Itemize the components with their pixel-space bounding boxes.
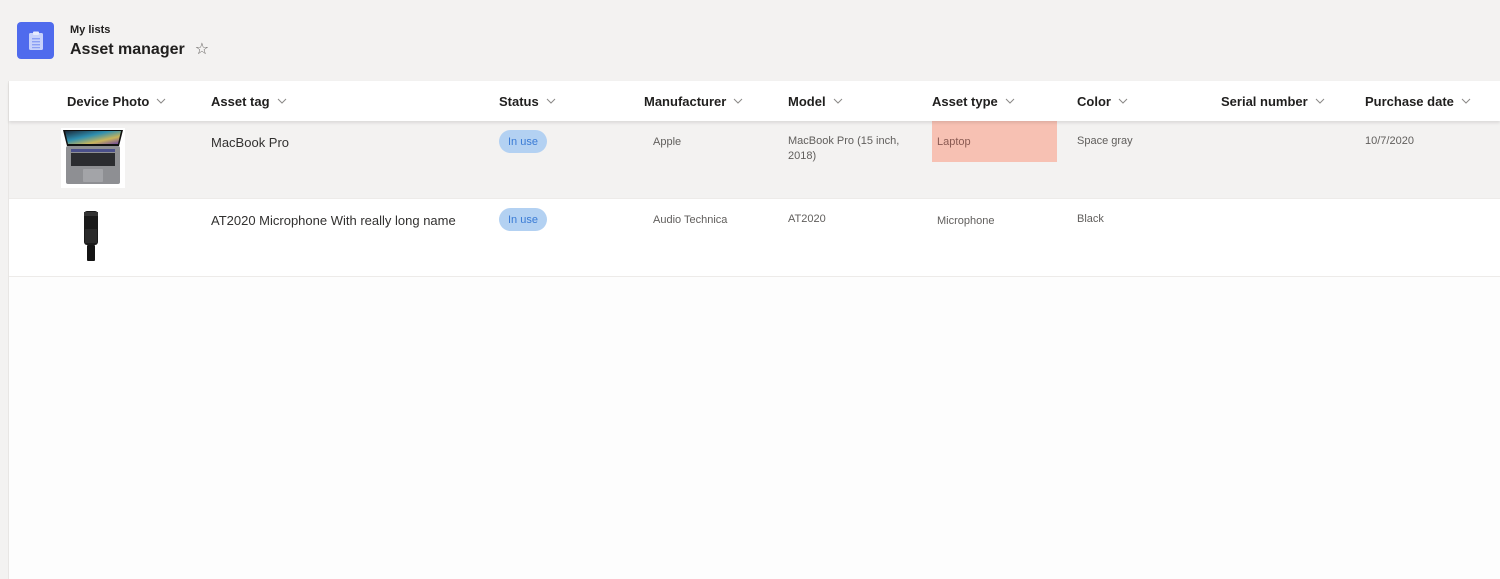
chevron-down-icon — [833, 98, 842, 104]
column-header-model[interactable]: Model — [788, 81, 843, 121]
page-title: Asset manager — [70, 41, 185, 58]
chevron-down-icon — [546, 98, 556, 104]
asset-type-cell: Laptop — [932, 121, 1057, 162]
column-header-asset-tag[interactable]: Asset tag — [211, 81, 287, 121]
column-header-status[interactable]: Status — [499, 81, 556, 121]
manufacturer-cell: Audio Technica — [653, 214, 728, 226]
asset-tag-cell[interactable]: AT2020 Microphone With really long name — [211, 213, 456, 228]
color-cell: Black — [1077, 213, 1104, 225]
column-header-device-photo[interactable]: Device Photo — [67, 81, 166, 121]
chevron-down-icon — [734, 98, 743, 104]
color-cell: Space gray — [1077, 135, 1133, 147]
model-cell: AT2020 — [788, 213, 826, 225]
column-header-label: Serial number — [1221, 93, 1308, 109]
status-badge[interactable]: In use — [499, 208, 547, 231]
column-header-label: Purchase date — [1365, 93, 1454, 109]
model-cell: MacBook Pro (15 inch, 2018) — [788, 135, 900, 162]
column-header-label: Status — [499, 93, 539, 109]
list-view: Device Photo Asset tag Status Manufactur… — [9, 81, 1500, 579]
chevron-down-icon — [1118, 98, 1128, 104]
table-row[interactable]: MacBook Pro In use Apple MacBook Pro (15… — [9, 121, 1500, 199]
asset-tag-cell[interactable]: MacBook Pro — [211, 135, 289, 150]
clipboard-list-icon — [17, 22, 54, 59]
column-header-asset-type[interactable]: Asset type — [932, 81, 1015, 121]
star-outline-icon[interactable]: ☆ — [195, 42, 209, 58]
column-header-label: Model — [788, 93, 826, 109]
list-header: My lists Asset manager ☆ — [0, 0, 1500, 80]
laptop-image — [61, 128, 125, 188]
chevron-down-icon — [1461, 98, 1471, 104]
purchase-date-cell: 10/7/2020 — [1365, 135, 1414, 147]
table-row[interactable]: AT2020 Microphone With really long name … — [9, 199, 1500, 277]
column-header-manufacturer[interactable]: Manufacturer — [644, 81, 743, 121]
manufacturer-cell: Apple — [653, 136, 682, 148]
column-header-label: Color — [1077, 93, 1111, 109]
column-header-color[interactable]: Color — [1077, 81, 1128, 121]
column-header-purchase-date[interactable]: Purchase date — [1365, 81, 1471, 121]
column-header-serial-number[interactable]: Serial number — [1221, 81, 1325, 121]
chevron-down-icon — [157, 98, 166, 104]
chevron-down-icon — [277, 98, 286, 104]
column-header-row: Device Photo Asset tag Status Manufactur… — [9, 81, 1500, 121]
asset-type-cell: Microphone — [937, 215, 995, 227]
status-badge[interactable]: In use — [499, 130, 547, 153]
microphone-image — [79, 209, 103, 267]
column-header-label: Asset tag — [211, 93, 270, 109]
column-header-label: Device Photo — [67, 93, 150, 109]
chevron-down-icon — [1005, 98, 1015, 104]
breadcrumb[interactable]: My lists — [70, 24, 110, 36]
column-header-label: Asset type — [932, 93, 998, 109]
title-row: Asset manager ☆ — [70, 41, 209, 59]
column-header-label: Manufacturer — [644, 93, 727, 109]
chevron-down-icon — [1315, 98, 1325, 104]
